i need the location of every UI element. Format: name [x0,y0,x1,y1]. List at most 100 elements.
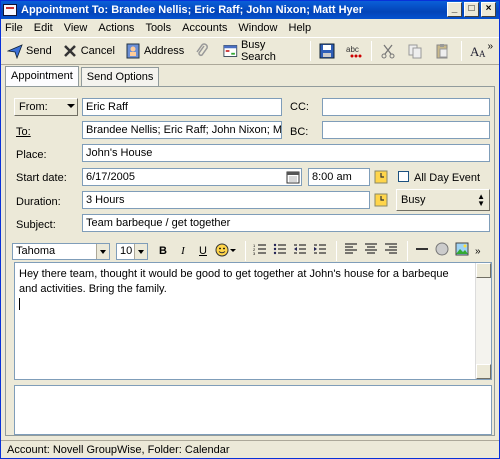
image-icon [455,242,469,256]
message-text: Hey there team, thought it would be good… [19,268,449,295]
paste-button[interactable] [434,40,453,62]
format-toolbar: Tahoma 10 B I U 123 » [12,240,492,262]
toolbar-separator-2 [371,41,372,61]
scroll-down-button[interactable] [476,364,491,379]
maximize-button[interactable]: □ [464,2,479,17]
toolbar-separator-3 [461,41,462,61]
menu-view[interactable]: View [64,22,88,34]
underline-button[interactable]: U [194,242,212,260]
to-label[interactable]: To: [16,126,31,138]
menu-tools[interactable]: Tools [145,22,171,34]
busy-search-label: Busy Search [240,39,276,63]
format-separator [245,241,246,261]
numbered-list-icon: 123 [253,243,266,256]
align-center-button[interactable] [362,242,380,260]
minimize-button[interactable]: _ [447,2,462,17]
clock-icon[interactable] [374,193,388,207]
copy-icon [408,44,422,59]
to-field[interactable]: Brandee Nellis; Eric Raff; John Nixon; M… [82,121,282,139]
svg-text:A: A [479,49,486,59]
close-button[interactable]: × [481,2,496,17]
align-left-button[interactable] [342,242,360,260]
horizontal-line-button[interactable] [413,242,431,260]
menu-accounts[interactable]: Accounts [182,22,227,34]
insert-image-button[interactable] [453,242,471,260]
status-text: Account: Novell GroupWise, Folder: Calen… [7,444,230,456]
cut-button[interactable] [380,40,399,62]
address-button[interactable]: Address [125,40,184,62]
spell-check-button[interactable]: abc [346,40,365,62]
italic-button[interactable]: I [174,242,192,260]
save-icon [319,43,335,59]
status-bar: Account: Novell GroupWise, Folder: Calen… [1,440,499,458]
subject-field[interactable]: Team barbeque / get together [82,214,490,232]
toolbar-separator [310,41,311,61]
from-field[interactable]: Eric Raff [82,98,282,116]
place-label: Place: [16,149,47,161]
duration-field[interactable]: 3 Hours [82,191,370,209]
all-day-label: All Day Event [414,172,481,184]
from-button[interactable]: From: [14,98,78,116]
font-size-select[interactable]: 10 [116,242,148,260]
menu-help[interactable]: Help [289,22,312,34]
tab-appointment[interactable]: Appointment [5,66,79,87]
font-select[interactable]: Tahoma [12,242,110,260]
body-scrollbar[interactable] [475,263,491,379]
decrease-indent-button[interactable] [291,242,309,260]
font-button[interactable]: AA [470,40,489,62]
format-separator-2 [336,241,337,261]
increase-indent-button[interactable] [311,242,329,260]
menu-bar: File Edit View Actions Tools Accounts Wi… [1,20,499,36]
bullet-list-icon [273,243,286,255]
menu-actions[interactable]: Actions [98,22,134,34]
scroll-up-button[interactable] [476,263,491,278]
emoticon-button[interactable] [214,242,238,260]
all-day-checkbox[interactable] [398,171,409,182]
tab-send-options[interactable]: Send Options [80,67,160,87]
calendar-icon[interactable] [286,170,300,184]
start-date-label: Start date: [16,172,67,184]
cc-field[interactable] [322,98,490,116]
align-left-icon [345,243,357,254]
text-caret [19,298,20,311]
send-icon [7,44,23,59]
start-date-field[interactable]: 6/17/2005 [82,168,302,186]
attachment-area[interactable] [14,385,492,435]
align-right-button[interactable] [382,242,400,260]
color-palette-icon [435,242,449,256]
horizontal-line-icon [416,248,428,250]
cut-icon [381,44,395,59]
bullet-list-button[interactable] [271,242,289,260]
align-center-icon [365,243,377,254]
menu-window[interactable]: Window [238,22,277,34]
cancel-icon [63,45,76,57]
place-field[interactable]: John's House [82,144,490,162]
menu-edit[interactable]: Edit [34,22,53,34]
clock-icon[interactable] [374,170,388,184]
bold-button[interactable]: B [154,242,172,260]
busy-value: Busy [401,194,426,206]
toolbar-overflow-icon[interactable]: » [487,41,493,52]
outdent-icon [294,244,306,254]
from-label: From: [19,101,48,113]
spell-check-icon: abc [346,45,362,58]
copy-button[interactable] [407,40,426,62]
send-button[interactable]: Send [7,40,52,62]
message-body[interactable]: Hey there team, thought it would be good… [14,262,492,380]
start-time-field[interactable]: 8:00 am [308,168,370,186]
cancel-button[interactable]: Cancel [62,40,115,62]
busy-select[interactable]: Busy ▲ ▼ [396,189,490,211]
main-toolbar: Send Cancel Address Busy Search abc A A … [1,37,499,65]
busy-search-button[interactable]: Busy Search [223,39,298,63]
format-overflow-icon[interactable]: » [475,246,481,257]
menu-file[interactable]: File [5,22,23,34]
title-bar[interactable]: Appointment To: Brandee Nellis; Eric Raf… [1,1,499,19]
bc-field[interactable] [322,121,490,139]
save-button[interactable] [319,40,338,62]
align-right-icon [385,243,397,254]
color-button[interactable] [433,242,451,260]
attach-button[interactable] [194,40,213,62]
subject-label: Subject: [16,219,56,231]
address-label: Address [143,45,185,57]
numbered-list-button[interactable]: 123 [251,242,269,260]
